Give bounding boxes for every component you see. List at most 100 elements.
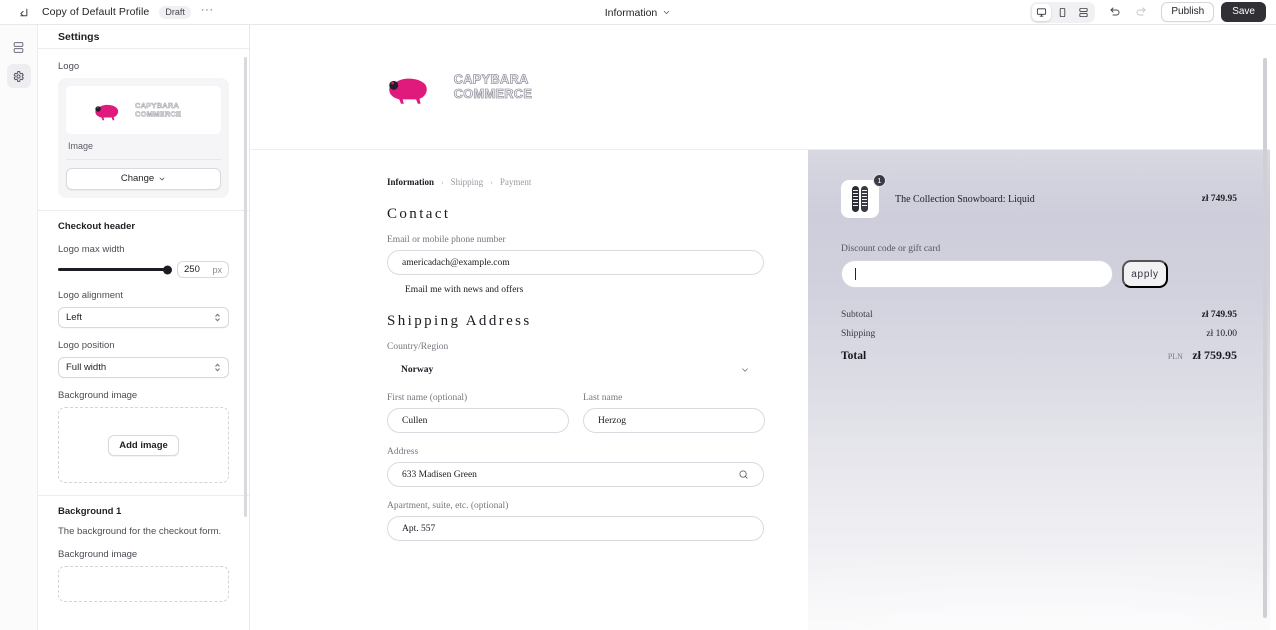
split-view-button[interactable] <box>1074 4 1093 21</box>
shipping-cost-label: Shipping <box>841 329 876 339</box>
top-bar-right: Publish Save <box>1030 1 1276 23</box>
address-field[interactable]: 633 Madisen Green <box>387 462 764 487</box>
discount-code-input[interactable] <box>841 260 1113 288</box>
device-preview-toggle <box>1030 1 1096 23</box>
breadcrumb-separator-icon: › <box>441 177 444 187</box>
header-background-dropzone[interactable]: Add image <box>58 407 229 484</box>
svg-text:CAPYBARA: CAPYBARA <box>135 101 179 110</box>
redo-icon[interactable] <box>1131 2 1151 22</box>
product-thumbnail: 1 <box>841 174 886 218</box>
search-icon[interactable] <box>738 469 749 480</box>
email-field-value: americadach@example.com <box>402 257 510 268</box>
capybara-logo-icon <box>389 78 427 104</box>
logo-preview-thumbnail: CAPYBARA COMMERCE <box>66 86 221 134</box>
page-selector[interactable]: Information <box>605 7 672 19</box>
capybara-wordmark-icon: CAPYBARA COMMERCE <box>453 71 533 101</box>
settings-panel-header: Settings <box>38 25 249 49</box>
stepper-icon <box>214 362 221 373</box>
logo-change-label: Change <box>120 173 155 184</box>
panel-divider <box>38 210 249 212</box>
last-name-label: Last name <box>583 393 623 403</box>
desktop-view-button[interactable] <box>1032 3 1052 21</box>
logo-change-button[interactable]: Change <box>66 168 221 191</box>
address-label: Address <box>387 447 419 457</box>
newsletter-checkbox-row[interactable]: Email me with news and offers <box>387 275 808 295</box>
breadcrumb-separator-icon: › <box>490 177 493 187</box>
left-icon-rail <box>0 25 38 630</box>
breadcrumb-item-payment[interactable]: Payment <box>500 177 532 187</box>
save-button[interactable]: Save <box>1221 1 1266 23</box>
email-field[interactable]: americadach@example.com <box>387 250 764 275</box>
total-currency: PLN <box>1167 352 1183 361</box>
undo-icon[interactable] <box>1105 2 1125 22</box>
breadcrumb-item-information[interactable]: Information <box>387 177 434 187</box>
svg-text:COMMERCE: COMMERCE <box>454 86 533 101</box>
settings-panel-scrollbar[interactable] <box>244 57 247 517</box>
order-summary: 1 The Collection Snowboard: Liquid zł 74… <box>808 150 1270 630</box>
page-selector-label: Information <box>604 6 658 19</box>
snowboard-image <box>852 186 859 212</box>
logo-image-caption: Image <box>66 134 221 160</box>
logo-max-width-slider[interactable] <box>58 265 172 275</box>
first-name-field[interactable]: Cullen <box>387 408 569 433</box>
logo-alignment-select[interactable]: Left <box>58 307 229 329</box>
logo-max-width-unit: px <box>212 264 222 275</box>
last-name-group: Last name Herzog <box>583 393 765 433</box>
logo-alignment-label: Logo alignment <box>58 290 123 302</box>
mobile-view-button[interactable] <box>1053 4 1072 21</box>
checkout-body: Information › Shipping › Payment Contact… <box>251 150 1270 630</box>
country-select[interactable]: Norway <box>387 357 764 382</box>
settings-panel-body: Logo CAPYBARA COMMERCE Image Change Chec… <box>38 49 249 603</box>
more-options-button[interactable]: ··· <box>201 5 214 19</box>
background-1-title: Background 1 <box>58 506 122 518</box>
logo-alignment-value: Left <box>66 312 82 324</box>
apartment-field[interactable]: Apt. 557 <box>387 516 764 541</box>
logo-max-width-value: 250 <box>184 264 200 276</box>
chevron-down-icon <box>740 365 750 375</box>
logo-position-select[interactable]: Full width <box>58 357 229 379</box>
discount-code-row: apply <box>841 260 1237 288</box>
address-value: 633 Madisen Green <box>402 469 477 480</box>
country-field-label: Country/Region <box>387 342 449 352</box>
checkout-editor-app: Copy of Default Profile Draft ··· Inform… <box>0 0 1276 630</box>
text-caret <box>855 268 856 280</box>
discount-code-label: Discount code or gift card <box>841 244 941 254</box>
order-line-item: 1 The Collection Snowboard: Liquid zł 74… <box>841 174 1237 218</box>
settings-title: Settings <box>58 30 100 43</box>
profile-title: Copy of Default Profile <box>42 6 150 18</box>
publish-button[interactable]: Publish <box>1161 1 1215 23</box>
top-bar-left: Copy of Default Profile Draft ··· <box>0 2 214 22</box>
add-image-button[interactable]: Add image <box>108 434 179 457</box>
undo-redo-group <box>1105 2 1151 22</box>
rail-item-settings[interactable] <box>6 64 31 88</box>
background-1-dropzone[interactable] <box>58 566 229 603</box>
breadcrumb: Information › Shipping › Payment <box>387 177 808 187</box>
logo-max-width-control: 250 px <box>58 261 229 279</box>
total-row: Total PLN zł 759.95 <box>841 348 1237 363</box>
capybara-wordmark-icon: CAPYBARA COMMERCE <box>134 101 180 119</box>
shipping-row: Shipping zł 10.00 <box>841 329 1237 339</box>
checkout-header-logo-area: CAPYBARA COMMERCE <box>251 25 1270 150</box>
stepper-icon <box>214 312 221 323</box>
back-arrow-icon[interactable] <box>12 2 32 22</box>
logo-group-label: Logo <box>58 61 80 72</box>
apply-discount-button[interactable]: apply <box>1122 260 1168 288</box>
total-amount-group: PLN zł 759.95 <box>1168 348 1237 363</box>
background-1-image-label: Background image <box>58 549 138 561</box>
logo-max-width-label: Logo max width <box>58 244 125 256</box>
first-name-label: First name (optional) <box>387 393 468 403</box>
checkout-preview: CAPYBARA COMMERCE Information › Shipping… <box>251 25 1270 630</box>
last-name-field[interactable]: Herzog <box>583 408 765 433</box>
contact-heading: Contact <box>387 206 451 222</box>
slider-handle[interactable] <box>163 265 172 275</box>
country-select-value: Norway <box>401 364 434 375</box>
last-name-value: Herzog <box>598 415 626 426</box>
status-badge: Draft <box>159 5 191 19</box>
svg-text:CAPYBARA: CAPYBARA <box>454 72 529 87</box>
breadcrumb-item-shipping[interactable]: Shipping <box>451 177 484 187</box>
rail-item-sections[interactable] <box>7 35 31 59</box>
subtotal-row: Subtotal zł 749.95 <box>841 310 1237 320</box>
slider-fill <box>58 268 168 272</box>
logo-max-width-input[interactable]: 250 px <box>177 261 229 279</box>
preview-scrollbar[interactable] <box>1263 58 1267 618</box>
